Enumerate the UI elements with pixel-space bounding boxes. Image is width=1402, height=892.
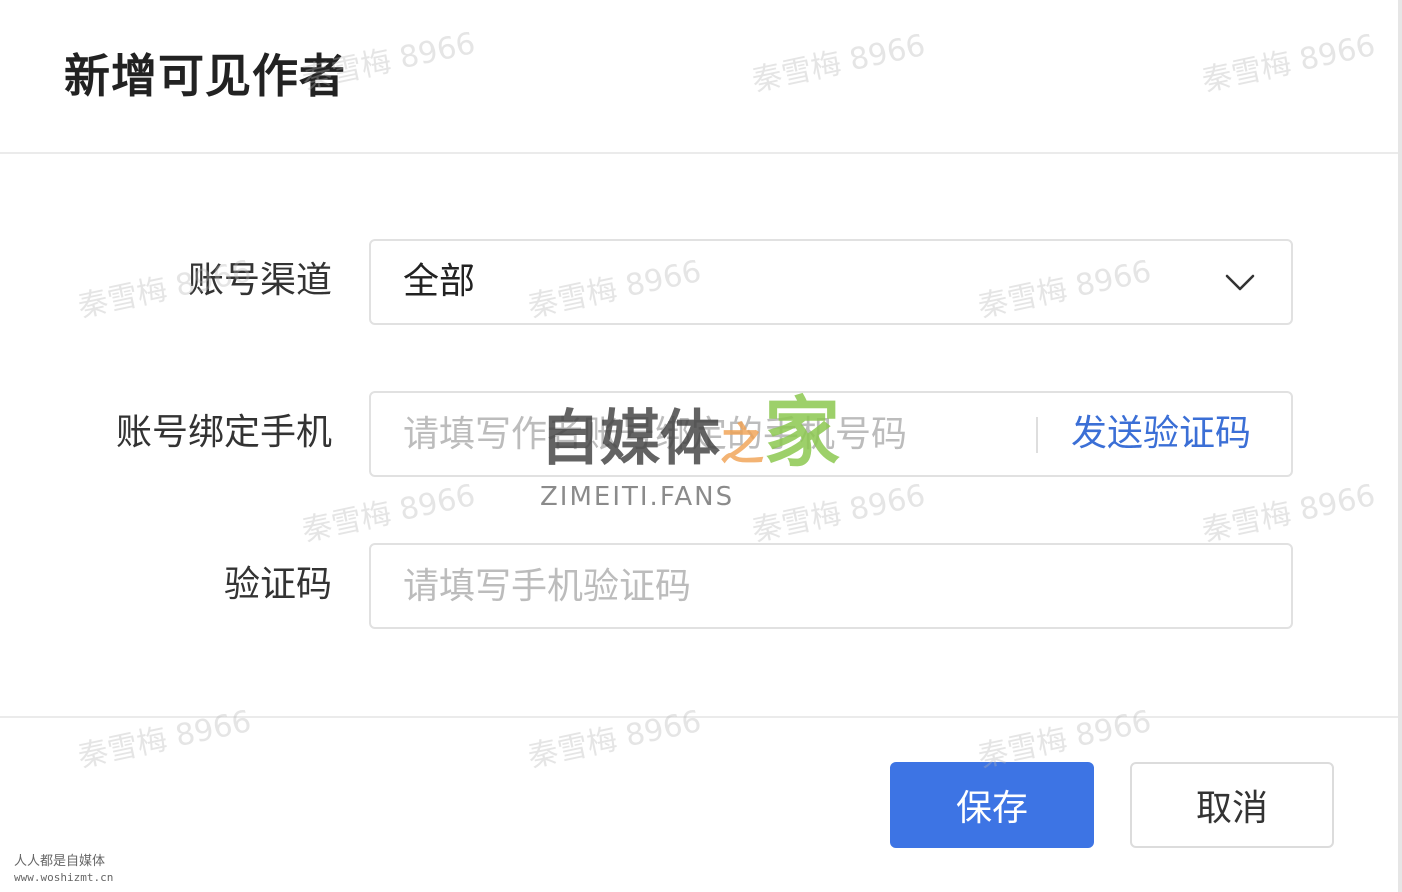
- watermark-text: 秦雪梅 8966: [299, 478, 479, 549]
- corner-watermark-line2: www.woshizmt.cn: [14, 871, 114, 884]
- phone-field: 发送验证码: [369, 391, 1293, 477]
- watermark-text: 秦雪梅 8966: [749, 478, 929, 549]
- phone-label: 账号绑定手机: [115, 412, 332, 453]
- add-visible-author-dialog: 新增可见作者 账号渠道 全部 账号绑定手机 发送验证码 验证码 保存 取消 秦雪…: [0, 0, 1402, 892]
- form-row-phone: 账号绑定手机 发送验证码: [0, 391, 1398, 477]
- corner-watermark: 人人都是自媒体 www.woshizmt.cn: [14, 854, 113, 886]
- chevron-down-icon[interactable]: [1223, 267, 1257, 297]
- code-label: 验证码: [223, 564, 332, 605]
- code-input[interactable]: [403, 545, 1263, 627]
- channel-select-value: 全部: [403, 261, 476, 302]
- watermark-text: 秦雪梅 8966: [75, 704, 255, 775]
- form-row-code: 验证码: [0, 543, 1398, 629]
- window-edge: [1398, 0, 1402, 892]
- save-button[interactable]: 保存: [890, 762, 1094, 848]
- form-row-channel: 账号渠道 全部: [0, 239, 1398, 325]
- header-divider: [0, 152, 1398, 154]
- watermark-text: 秦雪梅 8966: [1199, 28, 1379, 99]
- watermark-text: 秦雪梅 8966: [525, 704, 705, 775]
- code-field: [369, 543, 1293, 629]
- logo-subtitle: ZIMEITI.FANS: [540, 482, 735, 512]
- watermark-text: 秦雪梅 8966: [749, 28, 929, 99]
- dialog-title: 新增可见作者: [64, 49, 346, 103]
- channel-label: 账号渠道: [187, 260, 332, 301]
- field-separator: [1036, 417, 1038, 453]
- channel-select[interactable]: 全部: [369, 239, 1293, 325]
- watermark-text: 秦雪梅 8966: [1199, 478, 1379, 549]
- footer-divider: [0, 716, 1398, 718]
- send-code-button[interactable]: 发送验证码: [1071, 393, 1251, 475]
- corner-watermark-line1: 人人都是自媒体: [14, 854, 106, 869]
- cancel-button[interactable]: 取消: [1130, 762, 1334, 848]
- phone-input[interactable]: [403, 393, 1023, 475]
